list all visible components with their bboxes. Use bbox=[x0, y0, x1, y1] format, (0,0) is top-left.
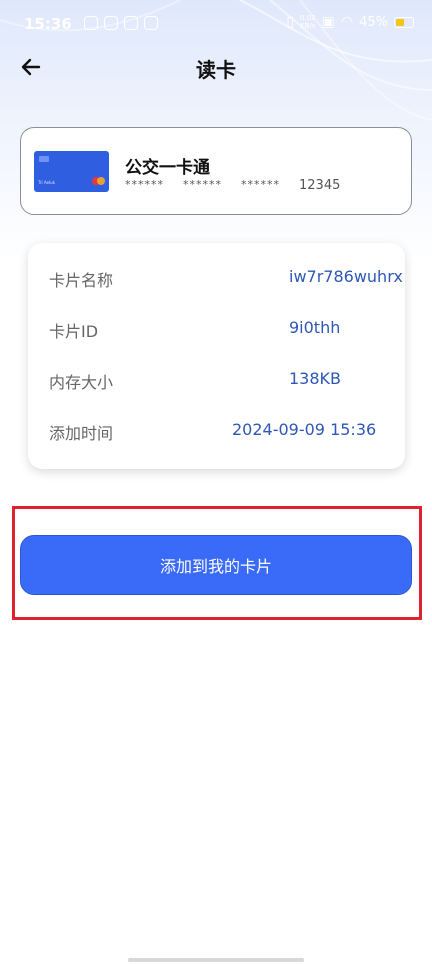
card-details-panel: 卡片名称 iw7r786wuhrx 卡片ID 9i0thh 内存大小 138KB… bbox=[28, 243, 405, 469]
detail-row-add-time: 添加时间 2024-09-09 15:36 bbox=[28, 420, 405, 446]
card-name: 公交一卡通 bbox=[125, 158, 210, 178]
card-thumbnail: Tri Aeluk bbox=[34, 151, 109, 192]
detail-row-card-id: 卡片ID 9i0thh bbox=[28, 318, 405, 344]
page-title: 读卡 bbox=[196, 58, 236, 82]
detail-row-card-name: 卡片名称 iw7r786wuhrx bbox=[28, 267, 405, 293]
detail-value: 138KB bbox=[289, 369, 342, 388]
card-number: ****** ****** ****** 12345 bbox=[125, 178, 340, 193]
battery-percent: 45% bbox=[359, 14, 388, 30]
card-thumb-text: Tri Aeluk bbox=[38, 180, 55, 185]
card-number-mask-1: ****** bbox=[125, 178, 164, 191]
network-speed-value: 0.02 bbox=[300, 14, 316, 22]
notification-icons bbox=[84, 16, 158, 30]
card-number-last-digits: 12345 bbox=[299, 178, 341, 193]
detail-value: 2024-09-09 15:36 bbox=[232, 420, 377, 439]
detail-label: 卡片ID bbox=[49, 322, 99, 341]
status-right: ▯ 0.02 KB/s ▣ ◠ 45% bbox=[286, 14, 414, 30]
card-chip-icon bbox=[39, 156, 49, 162]
vibrate-icon: ▯ bbox=[286, 14, 295, 30]
mastercard-logo-icon bbox=[92, 177, 105, 185]
detail-row-memory-size: 内存大小 138KB bbox=[28, 369, 405, 395]
home-indicator[interactable] bbox=[128, 958, 304, 962]
detail-value: iw7r786wuhrx bbox=[289, 267, 403, 286]
notification-app-icon bbox=[84, 16, 98, 30]
detail-value: 9i0thh bbox=[289, 318, 341, 337]
status-bar: 15:36 ▯ 0.02 KB/s ▣ ◠ 45% bbox=[0, 0, 432, 50]
network-speed-unit: KB/s bbox=[300, 22, 316, 30]
network-speed: 0.02 KB/s bbox=[300, 14, 316, 30]
add-to-my-cards-button[interactable]: 添加到我的卡片 bbox=[20, 535, 412, 595]
status-time: 15:36 bbox=[24, 15, 72, 33]
notification-message-icon bbox=[124, 16, 138, 30]
wifi-icon: ◠ bbox=[340, 14, 354, 30]
detail-label: 内存大小 bbox=[49, 373, 114, 392]
card-number-mask-2: ****** bbox=[183, 178, 222, 191]
card-summary: Tri Aeluk 公交一卡通 ****** ****** ****** 123… bbox=[20, 127, 412, 215]
notification-crown-icon bbox=[104, 16, 118, 30]
page-header: 读卡 bbox=[0, 44, 432, 88]
detail-label: 添加时间 bbox=[49, 424, 114, 443]
notification-mail-icon bbox=[144, 16, 158, 30]
detail-label: 卡片名称 bbox=[49, 271, 114, 290]
battery-icon bbox=[394, 16, 414, 28]
sim-icon: ▣ bbox=[321, 14, 335, 30]
card-number-mask-3: ****** bbox=[241, 178, 280, 191]
